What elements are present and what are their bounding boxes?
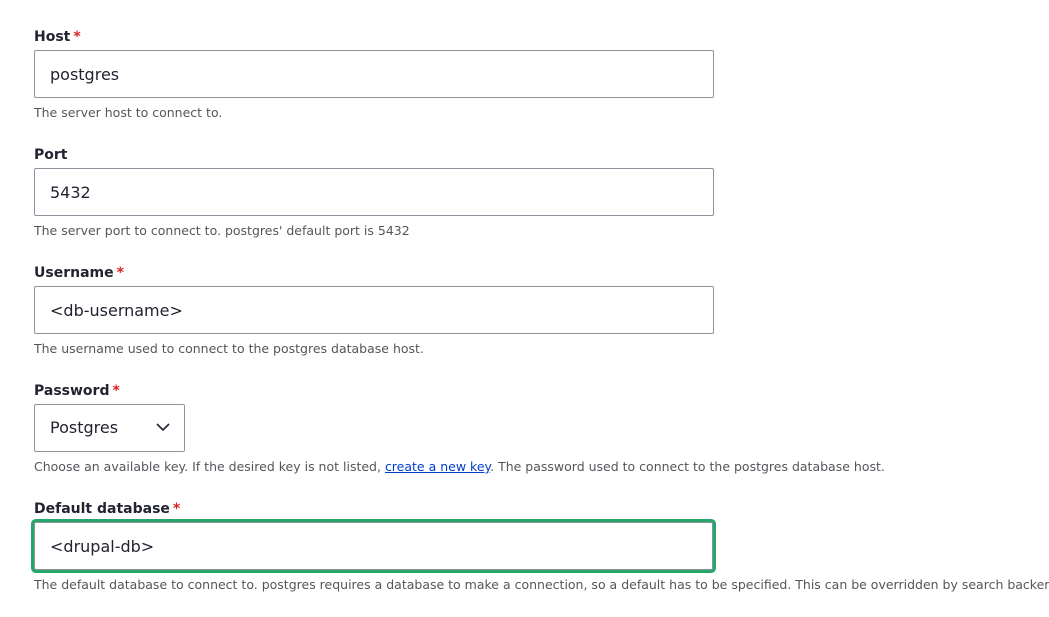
port-input[interactable] <box>34 168 714 216</box>
username-description: The username used to connect to the post… <box>34 341 424 356</box>
port-description: The server port to connect to. postgres'… <box>34 223 410 238</box>
username-input[interactable] <box>34 286 714 334</box>
required-marker: * <box>116 265 124 281</box>
create-new-key-link[interactable]: create a new key <box>385 459 490 474</box>
host-label: Host * <box>34 29 81 45</box>
host-input[interactable] <box>34 50 714 98</box>
required-marker: * <box>172 501 181 517</box>
default-database-input[interactable] <box>34 522 713 570</box>
default-database-label: Default database * <box>34 501 181 517</box>
username-label: Username * <box>34 265 124 281</box>
username-field: Username* The username used to connect t… <box>34 264 1049 357</box>
host-field: Host* The server host to connect to. <box>34 28 1049 121</box>
default-database-description: The default database to connect to. post… <box>34 577 1049 592</box>
host-description: The server host to connect to. <box>34 105 223 120</box>
password-field: Password * Postgres Choose an available k… <box>34 382 1049 475</box>
password-selected-option: Postgres <box>50 418 119 437</box>
connection-settings-form: Host* The server host to connect to. Por… <box>34 28 1049 593</box>
password-label: Password * <box>34 383 120 399</box>
port-label: Port <box>34 147 68 163</box>
password-key-select[interactable]: Postgres <box>34 404 185 452</box>
required-marker: * <box>112 383 120 399</box>
port-field: Port The server port to connect to. post… <box>34 146 1049 239</box>
password-description: Choose an available key. If the desired … <box>34 459 885 474</box>
default-database-field: Default database* The default database t… <box>34 500 1049 593</box>
chevron-down-icon <box>156 423 170 432</box>
required-marker: * <box>73 29 81 45</box>
